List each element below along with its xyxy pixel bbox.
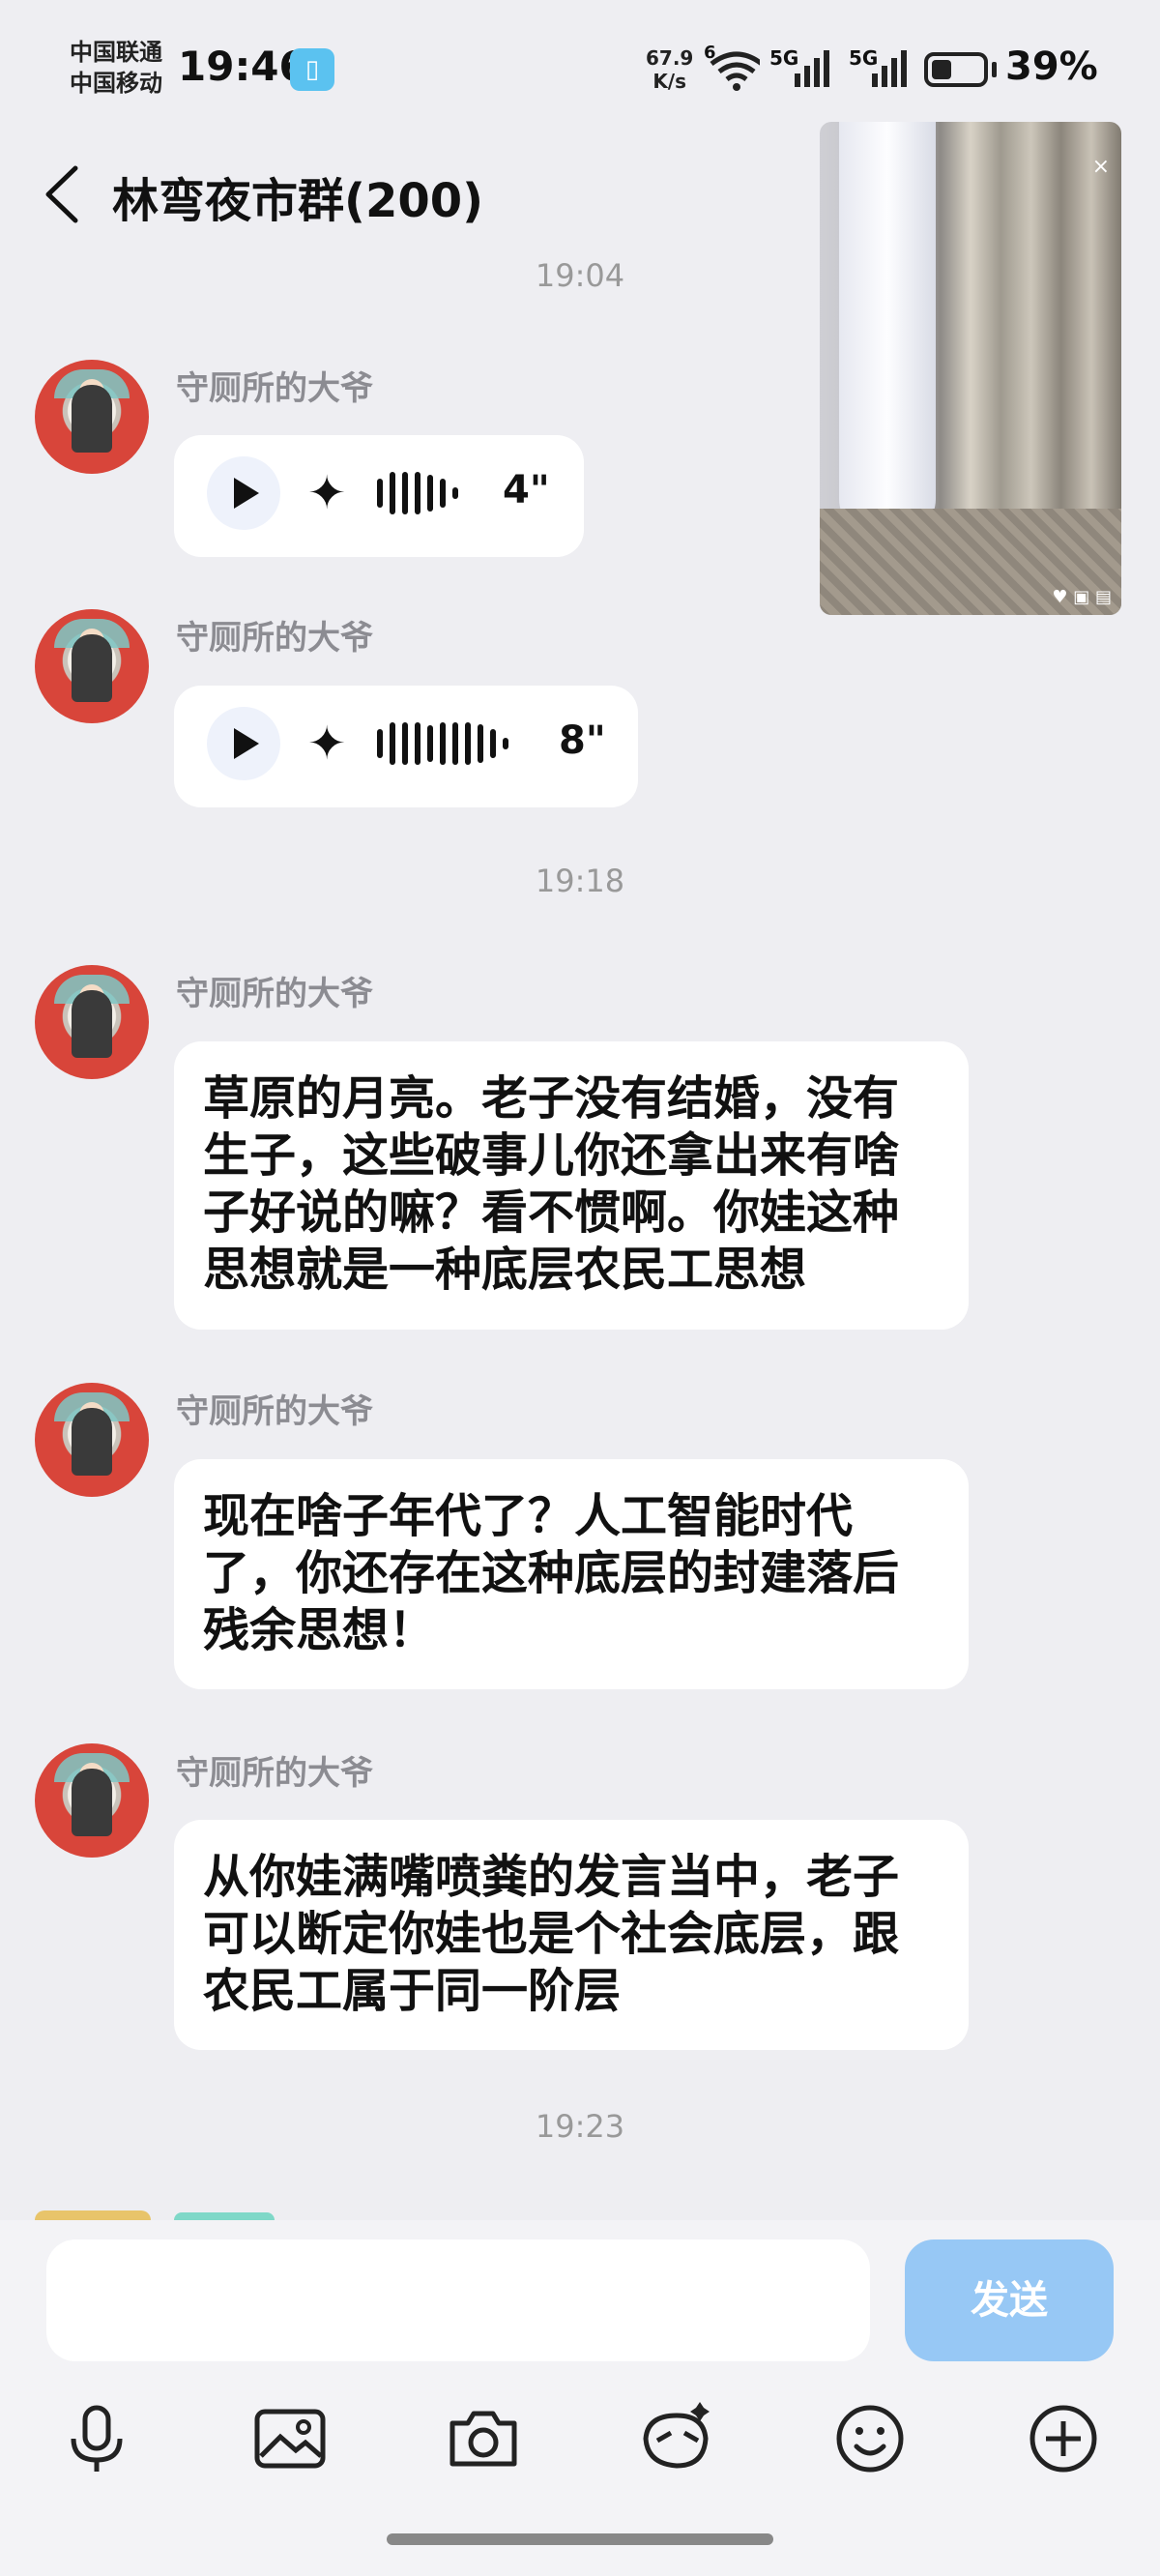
send-button[interactable]: 发送 (905, 2239, 1114, 2361)
floating-video-window[interactable]: × ♥ ▣ ▤ (820, 122, 1121, 615)
voice-duration: 4" (503, 468, 550, 512)
waveform (377, 472, 465, 514)
carrier-2: 中国移动 (70, 70, 162, 97)
status-time: 19:46 (178, 43, 307, 90)
message-input[interactable] (46, 2239, 870, 2361)
voice-message[interactable]: ✦ 8" (174, 686, 638, 807)
text-message[interactable]: 现在啥子年代了？人工智能时代了，你还存在这种底层的封建落后残余思想！ (174, 1459, 969, 1689)
sender-name[interactable]: 守厕所的大爷 (176, 362, 373, 409)
sender-name[interactable]: 守厕所的大爷 (176, 611, 373, 659)
home-indicator[interactable] (387, 2533, 773, 2545)
battery-percent: 39% (1005, 44, 1098, 89)
member-tag-partial (174, 2212, 275, 2220)
voice-input-icon[interactable] (58, 2400, 135, 2477)
image-icon[interactable] (251, 2400, 329, 2477)
sender-name[interactable]: 守厕所的大爷 (176, 1385, 373, 1432)
signal-1-icon (795, 50, 829, 87)
sparkle-icon[interactable]: ✦ (307, 466, 346, 520)
text-message[interactable]: 草原的月亮。老子没有结婚，没有生子，这些破事儿你还拿出来有啥子好说的嘛？看不惯啊… (174, 1041, 969, 1330)
voice-message[interactable]: ✦ 4" (174, 435, 584, 557)
play-icon[interactable] (207, 707, 280, 780)
waveform (377, 722, 515, 765)
carrier-1: 中国联通 (70, 39, 162, 66)
avatar[interactable] (35, 609, 149, 723)
battery-tip (992, 62, 997, 77)
net-speed-unit: K/s (652, 70, 687, 93)
text-message[interactable]: 从你娃满嘴喷粪的发言当中，老子可以断定你娃也是个社会底层，跟农民工属于同一阶层 (174, 1820, 969, 2050)
battery-icon (924, 52, 988, 87)
wifi-badge: 6 (704, 43, 716, 63)
avatar-partial (35, 2210, 151, 2220)
camera-icon[interactable] (445, 2400, 522, 2477)
close-icon[interactable]: × (1092, 155, 1110, 179)
video-content (839, 122, 936, 538)
sender-name[interactable]: 守厕所的大爷 (176, 1746, 373, 1794)
avatar[interactable] (35, 1383, 149, 1497)
avatar[interactable] (35, 1743, 149, 1858)
emoji-icon[interactable] (831, 2400, 909, 2477)
sticker-icon[interactable] (638, 2400, 715, 2477)
timestamp: 19:23 (535, 2108, 625, 2145)
timestamp: 19:18 (535, 863, 625, 899)
plus-icon[interactable] (1025, 2400, 1102, 2477)
net-speed: 67.9 K/s (646, 46, 693, 93)
timestamp: 19:04 (535, 257, 625, 294)
carrier-names: 中国联通 中国移动 (70, 37, 162, 99)
sender-name[interactable]: 守厕所的大爷 (176, 967, 373, 1014)
avatar[interactable] (35, 360, 149, 474)
signal-2-icon (872, 50, 907, 87)
chat-title[interactable]: 林弯夜市群(200) (112, 162, 483, 230)
net-speed-value: 67.9 (646, 46, 694, 70)
avatar[interactable] (35, 965, 149, 1079)
sparkle-icon[interactable]: ✦ (307, 717, 346, 771)
video-badges-icon: ♥ ▣ ▤ (1052, 587, 1112, 607)
book-app-icon: ▯ (290, 48, 334, 91)
play-icon[interactable] (207, 456, 280, 530)
voice-duration: 8" (559, 718, 606, 763)
back-arrow-icon[interactable] (39, 161, 97, 228)
